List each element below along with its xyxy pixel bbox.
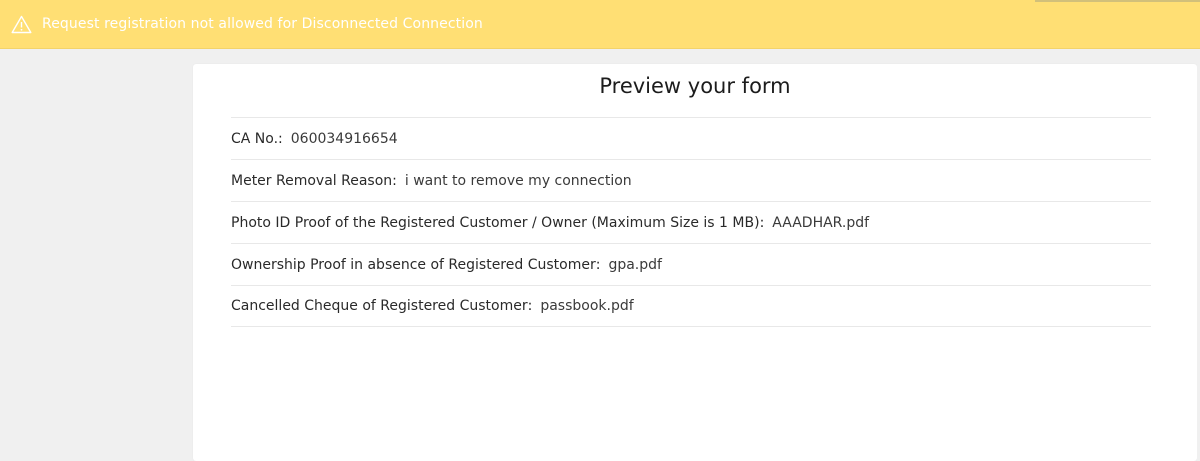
alert-banner: Request registration not allowed for Dis… [0, 0, 1200, 49]
field-row-ca-no: CA No.: 060034916654 [231, 117, 1151, 159]
preview-field-list: CA No.: 060034916654 Meter Removal Reaso… [231, 117, 1151, 327]
warning-triangle-icon [11, 15, 32, 33]
page-title: Preview your form [599, 74, 791, 98]
page: Request registration not allowed for Dis… [0, 0, 1200, 461]
field-row-ownership-proof: Ownership Proof in absence of Registered… [231, 243, 1151, 285]
field-label: Cancelled Cheque of Registered Customer [231, 298, 528, 314]
field-value: i want to remove my connection [404, 172, 632, 189]
field-row-cancelled-cheque: Cancelled Cheque of Registered Customer:… [231, 285, 1151, 327]
sidebar-panel [0, 50, 193, 461]
field-label: Ownership Proof in absence of Registered… [231, 256, 596, 273]
banner-edge-divider [1035, 0, 1200, 2]
field-label: Photo ID Proof of the Registered Custome… [231, 214, 760, 231]
field-row-meter-removal-reason: Meter Removal Reason: i want to remove m… [231, 159, 1151, 201]
field-value: gpa.pdf [608, 256, 662, 273]
alert-message: Request registration not allowed for Dis… [42, 16, 483, 32]
field-label: Meter Removal Reason [231, 172, 393, 189]
field-row-photo-id-proof: Photo ID Proof of the Registered Custome… [231, 201, 1151, 243]
preview-card: Preview your form CA No.: 060034916654 M… [193, 64, 1197, 461]
field-label: CA No. [231, 130, 279, 147]
field-value: AAADHAR.pdf [772, 214, 870, 231]
field-value: 060034916654 [290, 130, 398, 147]
field-value: passbook.pdf [540, 298, 634, 314]
